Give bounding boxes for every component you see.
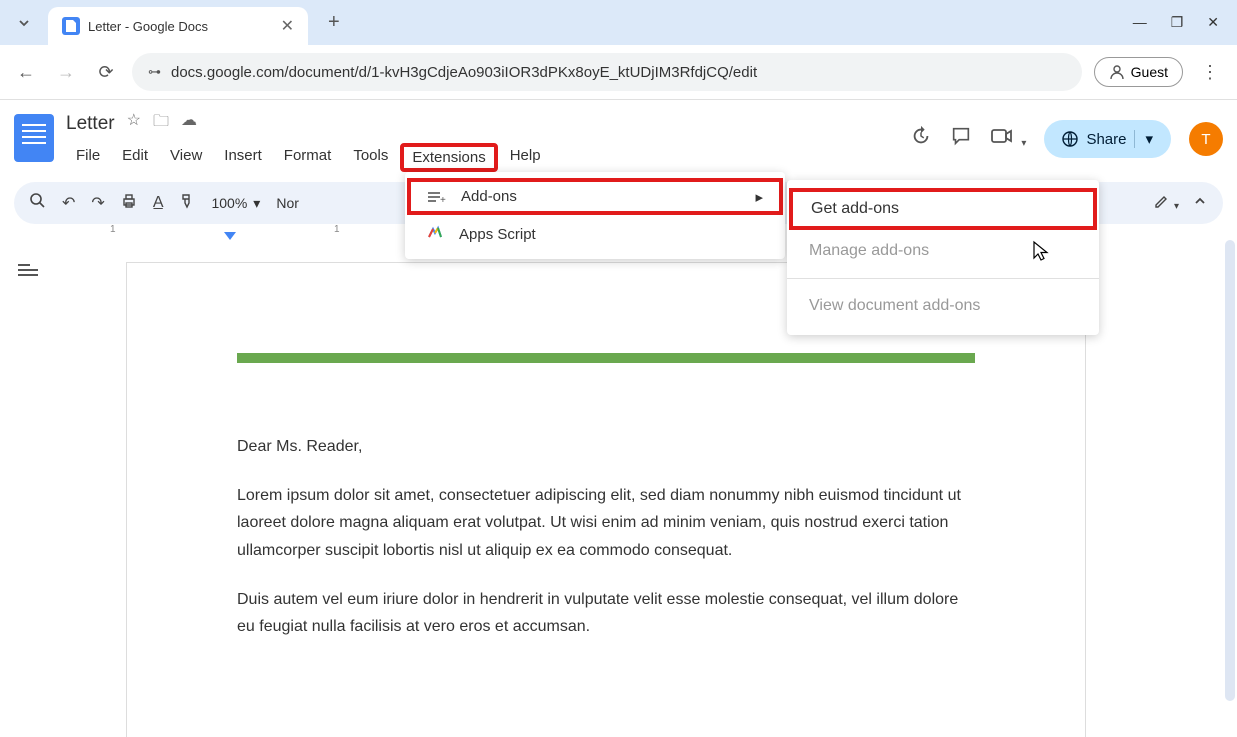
outline-button[interactable] [12, 258, 44, 290]
submenu-arrow-icon: ▸ [755, 188, 763, 206]
indent-marker-icon[interactable] [224, 232, 236, 240]
avatar-letter: T [1201, 131, 1210, 148]
redo-button[interactable]: ↷ [91, 193, 104, 213]
tab-search-dropdown[interactable] [8, 7, 40, 39]
menu-bar: File Edit View Insert Format Tools Exten… [66, 143, 898, 172]
menu-file[interactable]: File [66, 143, 110, 172]
address-bar[interactable]: ⊶ docs.google.com/document/d/1-kvH3gCdje… [132, 53, 1082, 91]
submenu-view-addons[interactable]: View document add-ons [787, 285, 1099, 327]
tab-title: Letter - Google Docs [88, 19, 273, 34]
share-label: Share [1086, 131, 1126, 148]
menu-apps-script[interactable]: Apps Script [405, 215, 785, 253]
menu-tools[interactable]: Tools [343, 143, 398, 172]
docs-header: Letter ☆ 🗀 ☁ File Edit View Insert Forma… [0, 100, 1237, 172]
menu-insert[interactable]: Insert [214, 143, 272, 172]
docs-favicon-icon [62, 17, 80, 35]
star-icon[interactable]: ☆ [127, 110, 141, 137]
comment-icon[interactable] [950, 125, 972, 153]
apps-script-label: Apps Script [459, 226, 536, 243]
spellcheck-button[interactable]: A̲ [153, 194, 164, 212]
addons-label: Add-ons [461, 188, 517, 205]
submenu-get-addons[interactable]: Get add-ons [789, 188, 1097, 230]
browser-more-menu[interactable]: ⋮ [1195, 62, 1225, 83]
document-greeting[interactable]: Dear Ms. Reader, [237, 433, 975, 460]
search-menus-icon[interactable] [30, 193, 46, 214]
menu-view[interactable]: View [160, 143, 212, 172]
menu-edit[interactable]: Edit [112, 143, 158, 172]
vertical-ruler[interactable] [68, 290, 82, 737]
site-info-icon[interactable]: ⊶ [148, 64, 161, 80]
meet-icon[interactable]: ▾ [990, 126, 1027, 152]
document-title[interactable]: Letter [66, 113, 115, 135]
profile-badge[interactable]: Guest [1094, 57, 1183, 87]
share-dropdown-button[interactable]: ▾ [1134, 130, 1163, 148]
header-decoration [237, 353, 975, 363]
url-text: docs.google.com/document/d/1-kvH3gCdjeAo… [171, 64, 757, 81]
document-paragraph[interactable]: Duis autem vel eum iriure dolor in hendr… [237, 586, 975, 640]
paint-format-button[interactable] [179, 193, 195, 214]
nav-reload-button[interactable]: ⟳ [92, 58, 120, 86]
window-minimize-button[interactable]: — [1133, 14, 1147, 31]
menu-extensions[interactable]: Extensions [400, 143, 497, 172]
extensions-dropdown: + Add-ons ▸ Apps Script [405, 172, 785, 259]
move-folder-icon[interactable]: 🗀 [153, 110, 169, 137]
zoom-selector[interactable]: 100% ▾ [211, 195, 260, 212]
style-selector[interactable]: Nor [276, 195, 299, 211]
undo-button[interactable]: ↶ [62, 193, 75, 213]
guest-label: Guest [1131, 64, 1168, 80]
history-icon[interactable] [910, 125, 932, 153]
tab-close-button[interactable]: ✕ [281, 16, 294, 36]
editing-mode-button[interactable]: ▾ [1154, 193, 1179, 214]
globe-icon [1062, 131, 1078, 147]
account-avatar[interactable]: T [1189, 122, 1223, 156]
document-paragraph[interactable]: Lorem ipsum dolor sit amet, consectetuer… [237, 482, 975, 564]
window-close-button[interactable]: ✕ [1207, 14, 1219, 31]
addons-icon: + [427, 190, 447, 204]
new-tab-button[interactable]: + [328, 11, 340, 34]
nav-forward-button[interactable]: → [52, 58, 80, 86]
svg-text:+: + [440, 195, 446, 204]
vertical-scrollbar[interactable] [1225, 240, 1235, 701]
apps-script-icon [425, 225, 445, 243]
share-button[interactable]: Share ▾ [1044, 120, 1171, 158]
collapse-toolbar-button[interactable] [1193, 194, 1207, 213]
menu-help[interactable]: Help [500, 143, 551, 172]
browser-tab-strip: Letter - Google Docs ✕ + — ❐ ✕ [0, 0, 1237, 45]
menu-addons[interactable]: + Add-ons ▸ [407, 178, 783, 215]
browser-tab[interactable]: Letter - Google Docs ✕ [48, 7, 308, 45]
window-maximize-button[interactable]: ❐ [1171, 14, 1184, 31]
submenu-manage-addons[interactable]: Manage add-ons [787, 230, 1099, 272]
menu-format[interactable]: Format [274, 143, 342, 172]
print-button[interactable] [121, 193, 137, 214]
browser-toolbar: ← → ⟳ ⊶ docs.google.com/document/d/1-kvH… [0, 45, 1237, 100]
addons-submenu: Get add-ons Manage add-ons View document… [787, 180, 1099, 335]
nav-back-button[interactable]: ← [12, 58, 40, 86]
cloud-status-icon[interactable]: ☁ [181, 110, 197, 137]
docs-home-icon[interactable] [14, 114, 54, 162]
submenu-divider [787, 278, 1099, 279]
person-icon [1109, 64, 1125, 80]
